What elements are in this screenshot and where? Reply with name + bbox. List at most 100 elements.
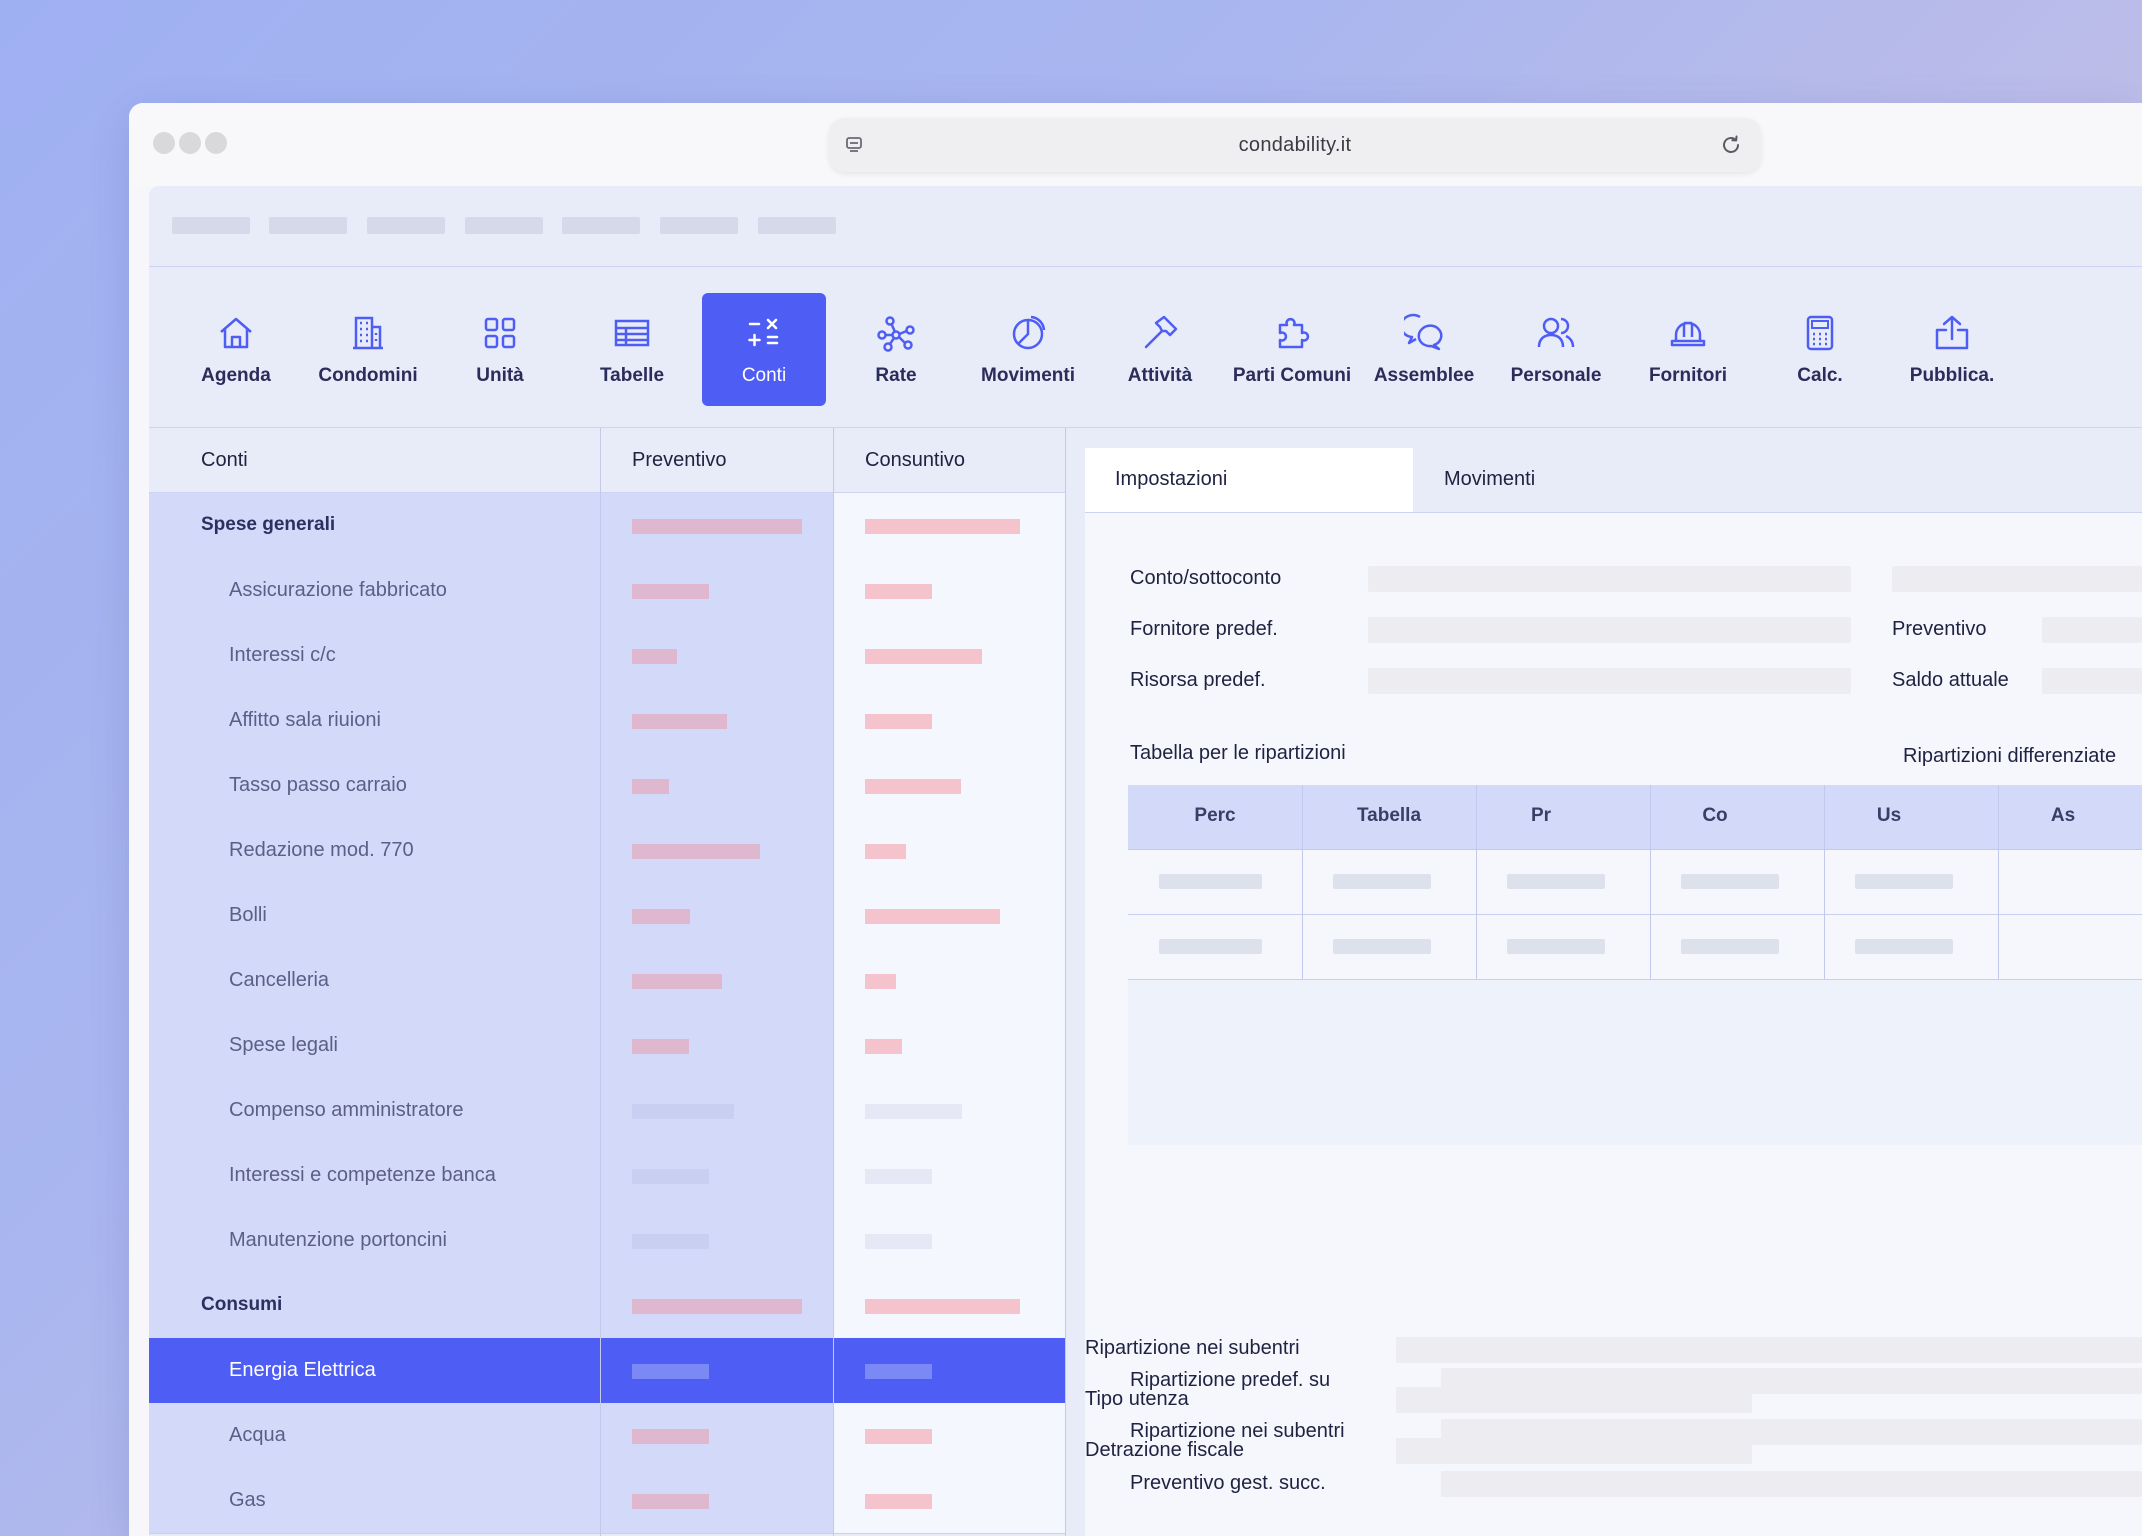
- address-bar[interactable]: condability.it: [829, 118, 1761, 172]
- preventivo-field[interactable]: [2042, 617, 2142, 643]
- toolbar-rate[interactable]: Rate: [834, 293, 958, 406]
- cell-placeholder: [1333, 939, 1431, 954]
- account-name: Spese generali: [201, 514, 336, 535]
- account-row[interactable]: Gas: [149, 1468, 1065, 1534]
- toolbar-condomini[interactable]: Condomini: [306, 293, 430, 406]
- tab-impostazioni[interactable]: Impostazioni: [1085, 448, 1413, 512]
- menu-placeholder[interactable]: [367, 217, 445, 234]
- account-row[interactable]: Cancelleria: [149, 948, 1065, 1014]
- toolbar-parti-comuni[interactable]: Parti Comuni: [1230, 293, 1354, 406]
- preventivo-amount-bar: [632, 714, 727, 729]
- toolbar-calc[interactable]: Calc.: [1758, 293, 1882, 406]
- tab-movimenti[interactable]: Movimenti: [1414, 448, 1714, 512]
- toolbar-pubblica[interactable]: Pubblica.: [1890, 293, 2014, 406]
- preventivo-gest-succ-field[interactable]: [1441, 1471, 2142, 1497]
- menu-bar: [149, 186, 2142, 267]
- label-tabella-ripartizioni: Tabella per le ripartizioni: [1130, 742, 1346, 764]
- toolbar-tabelle[interactable]: Tabelle: [570, 293, 694, 406]
- menu-placeholder[interactable]: [660, 217, 738, 234]
- preventivo-amount-bar: [632, 1299, 802, 1314]
- preventivo-cell: [601, 883, 833, 948]
- toolbar-personale[interactable]: Personale: [1494, 293, 1618, 406]
- consuntivo-cell: [834, 948, 1065, 1013]
- toolbar-unita[interactable]: Unità: [438, 293, 562, 406]
- toolbar-attivita[interactable]: Attività: [1098, 293, 1222, 406]
- account-row[interactable]: Interessi c/c: [149, 623, 1065, 689]
- zoom-window-dot[interactable]: [205, 132, 227, 154]
- reload-icon[interactable]: [1719, 133, 1743, 157]
- menu-placeholder[interactable]: [465, 217, 543, 234]
- account-name-cell: Spese legali: [149, 1013, 600, 1078]
- menu-placeholder[interactable]: [172, 217, 250, 234]
- column-header-conti[interactable]: Conti: [201, 449, 248, 472]
- grid-header-pr[interactable]: Pr: [1476, 805, 1606, 827]
- grid-header-us[interactable]: Us: [1824, 805, 1954, 827]
- toolbar-conti[interactable]: Conti: [702, 293, 826, 406]
- preventivo-cell: [601, 1078, 833, 1143]
- consuntivo-cell: [834, 1468, 1065, 1533]
- preventivo-amount-bar: [632, 584, 709, 599]
- preventivo-amount-bar: [632, 1234, 709, 1249]
- toolbar-movimenti[interactable]: Movimenti: [966, 293, 1090, 406]
- users-icon: [1537, 317, 1575, 348]
- account-row[interactable]: Spese legali: [149, 1013, 1065, 1079]
- label-conto-sottoconto: Conto/sottoconto: [1130, 567, 1282, 589]
- toolbar-agenda[interactable]: Agenda: [174, 293, 298, 406]
- account-name: Interessi c/c: [229, 644, 336, 666]
- grid-header-perc[interactable]: Perc: [1128, 805, 1302, 827]
- column-header-consuntivo[interactable]: Consuntivo: [865, 449, 965, 472]
- close-window-dot[interactable]: [153, 132, 175, 154]
- account-row[interactable]: Compenso amministratore: [149, 1078, 1065, 1144]
- ripartizione-subentri-2-field[interactable]: [1396, 1337, 2142, 1363]
- account-row[interactable]: Redazione mod. 770: [149, 818, 1065, 884]
- account-row[interactable]: Acqua: [149, 1403, 1065, 1469]
- account-name-cell: Tasso passo carraio: [149, 753, 600, 818]
- menu-placeholder[interactable]: [758, 217, 836, 234]
- minimize-window-dot[interactable]: [179, 132, 201, 154]
- grid-row[interactable]: [1128, 915, 2142, 980]
- consuntivo-amount-bar: [865, 1364, 932, 1379]
- account-name: Compenso amministratore: [229, 1099, 464, 1121]
- account-name-cell: Cancelleria: [149, 948, 600, 1013]
- preventivo-cell: [601, 688, 833, 753]
- toolbar-fornitori[interactable]: Fornitori: [1626, 293, 1750, 406]
- account-row[interactable]: Manutenzione portoncini: [149, 1208, 1065, 1274]
- account-row[interactable]: Tasso passo carraio: [149, 753, 1065, 819]
- menu-placeholder[interactable]: [562, 217, 640, 234]
- column-header-preventivo[interactable]: Preventivo: [632, 449, 727, 472]
- account-row[interactable]: Energia Elettrica: [149, 1338, 1065, 1404]
- account-row[interactable]: Assicurazione fabbricato: [149, 558, 1065, 624]
- grid-row[interactable]: [1128, 850, 2142, 915]
- grid-header-as[interactable]: As: [1998, 805, 2128, 827]
- consuntivo-cell: [834, 818, 1065, 883]
- app-container: Agenda Condomini Unità Tabelle Conti Rat…: [149, 186, 2142, 1536]
- detrazione-fiscale-field[interactable]: [1396, 1438, 1752, 1464]
- saldo-attuale-field: [2042, 668, 2142, 694]
- conto-description-field[interactable]: [1892, 566, 2142, 592]
- conto-sottoconto-field[interactable]: [1368, 566, 1851, 592]
- account-row[interactable]: Bolli: [149, 883, 1065, 949]
- account-group-row[interactable]: Consumi: [149, 1273, 1065, 1339]
- account-name-cell: Acqua: [149, 1403, 600, 1468]
- menu-placeholder[interactable]: [269, 217, 347, 234]
- preventivo-cell: [601, 1013, 833, 1078]
- fornitore-field[interactable]: [1368, 617, 1851, 643]
- account-group-row[interactable]: Spese generali: [149, 493, 1065, 559]
- grid-header-co[interactable]: Co: [1650, 805, 1780, 827]
- consuntivo-amount-bar: [865, 1299, 1020, 1314]
- column-divider: [833, 428, 834, 1536]
- ripartizioni-differenziate-option[interactable]: Ripartizioni differenziate: [1903, 745, 2116, 768]
- grid-header-tabella[interactable]: Tabella: [1302, 805, 1476, 827]
- risorsa-field[interactable]: [1368, 668, 1851, 694]
- account-row[interactable]: Affitto sala riuioni: [149, 688, 1065, 754]
- account-row[interactable]: Interessi e competenze banca: [149, 1143, 1065, 1209]
- preventivo-cell: [601, 1338, 833, 1403]
- account-name-cell: Interessi e competenze banca: [149, 1143, 600, 1208]
- toolbar-label: Calc.: [1797, 365, 1843, 386]
- tipo-utenza-field[interactable]: [1396, 1387, 1752, 1413]
- preventivo-cell: [601, 1208, 833, 1273]
- toolbar-assemblee[interactable]: Assemblee: [1362, 293, 1486, 406]
- toolbar-label: Fornitori: [1648, 365, 1728, 386]
- consuntivo-amount-bar: [865, 974, 896, 989]
- calculator-icon: [1806, 315, 1834, 351]
